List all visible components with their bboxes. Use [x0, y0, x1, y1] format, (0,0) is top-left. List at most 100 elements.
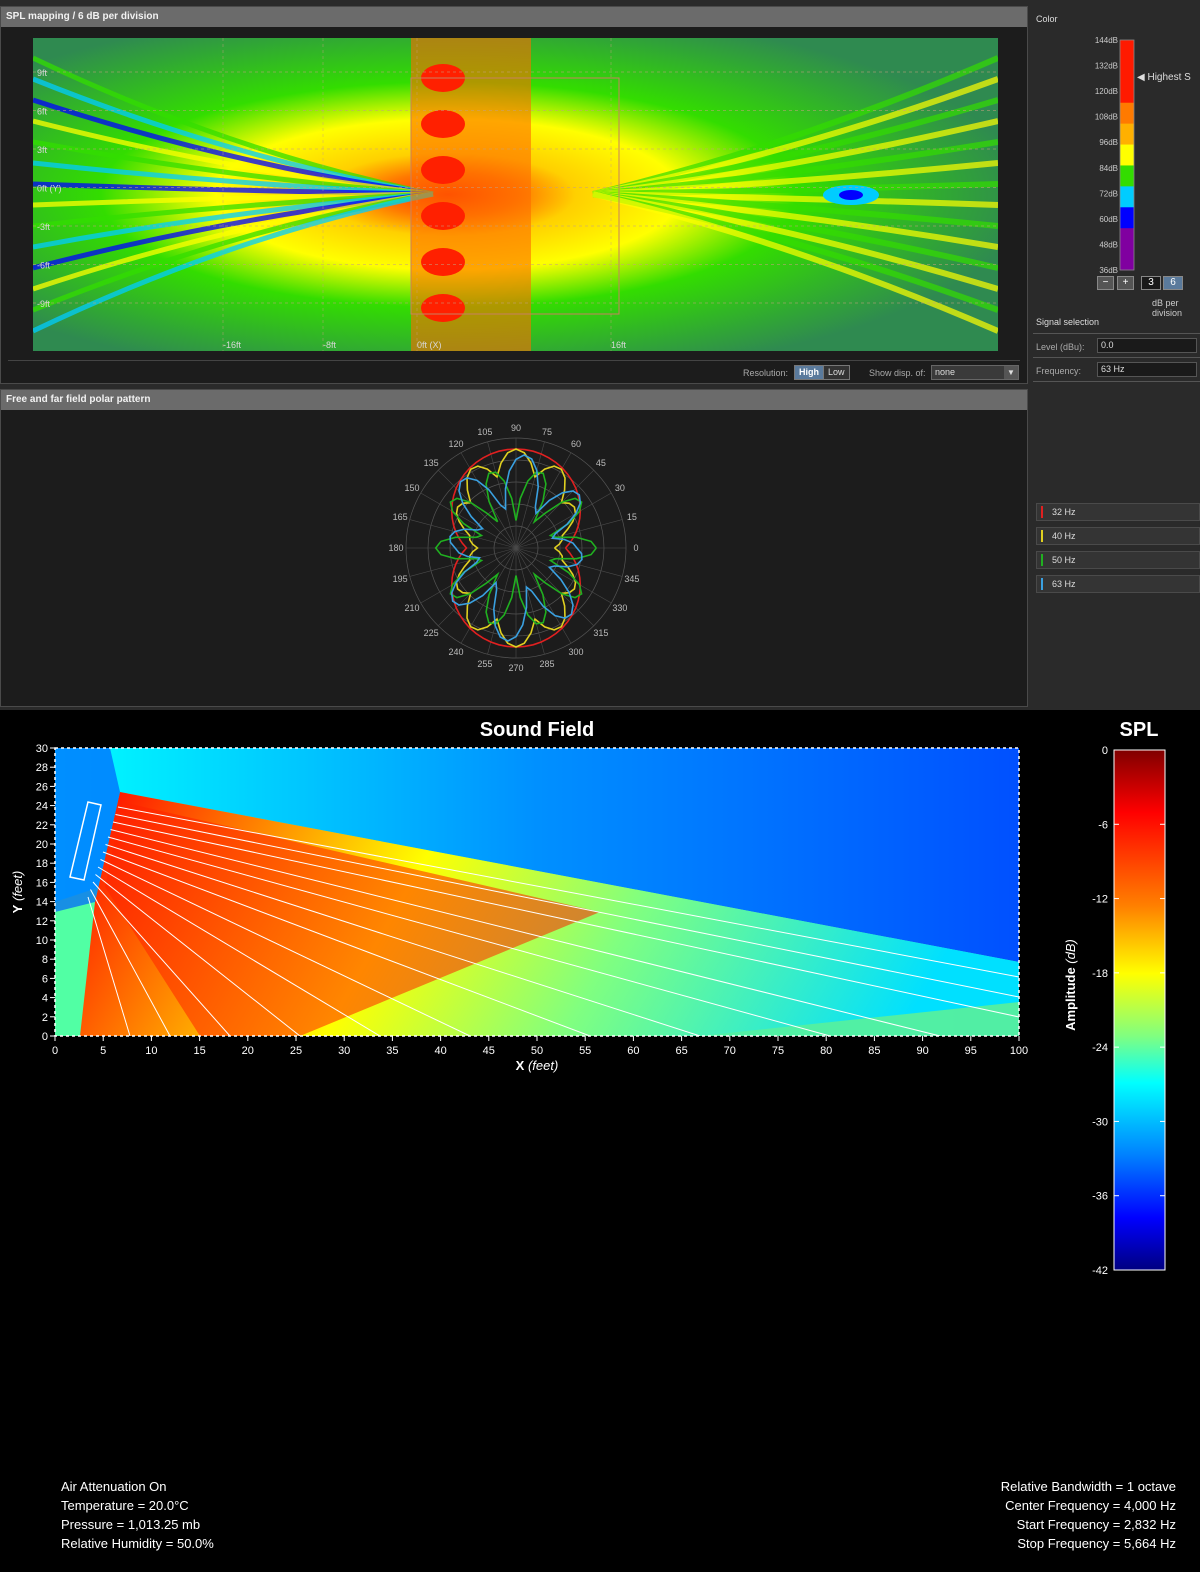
polar-angle-label: 225: [424, 628, 439, 638]
series-color-swatch: [1041, 554, 1043, 566]
y-tick-label: 4: [42, 993, 48, 1005]
division-option-3[interactable]: 3: [1141, 276, 1161, 290]
colorbar-tick-label: -18: [1092, 968, 1108, 980]
series-label: 50 Hz: [1052, 555, 1076, 565]
y-tick-label: 22: [36, 820, 48, 832]
spl-x-label: -8ft: [323, 340, 337, 350]
show-disp-value: none: [935, 367, 956, 377]
spl-grid-label: 9ft: [37, 68, 48, 78]
x-tick-label: 70: [724, 1045, 736, 1057]
color-scale-label: 84dB: [1099, 164, 1118, 173]
x-tick-label: 85: [868, 1045, 880, 1057]
color-scale-swatch: [1120, 207, 1134, 229]
colorbar-tick-label: -30: [1092, 1116, 1108, 1128]
color-scale-label: 36dB: [1099, 266, 1118, 275]
y-tick-label: 14: [36, 897, 48, 909]
spl-colorbar: 0 -6 -12 -18 -24 -30 -36 -42 Amplitude (dB): [1063, 745, 1166, 1277]
polar-angle-label: 270: [508, 663, 523, 673]
x-axis-label: X (feet): [516, 1058, 559, 1073]
x-tick-label: 100: [1010, 1045, 1028, 1057]
start-frequency-readout: Start Frequency = 2,832 Hz: [1016, 1517, 1176, 1532]
color-scale-swatch: [1120, 165, 1134, 187]
sound-field-map[interactable]: [55, 748, 1019, 1036]
spl-x-label: 16ft: [611, 340, 627, 350]
show-disp-dropdown[interactable]: none ▼: [931, 365, 1019, 380]
x-tick-label: 25: [290, 1045, 302, 1057]
x-tick-label: 80: [820, 1045, 832, 1057]
polar-angle-label: 30: [615, 483, 625, 493]
colorbar-tick-label: -6: [1098, 819, 1108, 831]
y-tick-label: 30: [36, 743, 48, 755]
y-tick-label: 10: [36, 935, 48, 947]
color-scale: 144dB 132dB 120dB 108dB 96dB 84dB 72dB 60dB 48dB…: [1095, 36, 1191, 275]
center-frequency-readout: Center Frequency = 4,000 Hz: [1005, 1498, 1176, 1513]
color-scale-labels: 144dB 132dB 120dB 108dB 96dB 84dB 72dB 60dB 48dB…: [1095, 36, 1118, 275]
pressure-readout: Pressure = 1,013.25 mb: [61, 1517, 201, 1532]
x-tick-label: 65: [675, 1045, 687, 1057]
plus-button[interactable]: +: [1117, 276, 1134, 290]
polar-angle-label: 165: [393, 512, 408, 522]
colorbar-tick-label: -24: [1092, 1042, 1108, 1054]
y-axis-label: Y (feet): [10, 871, 25, 914]
spl-map-view[interactable]: 9ft 6ft 3ft 0ft (Y) -3ft -6ft -9ft -16ft -8ft 0ft…: [33, 38, 998, 351]
polar-angle-label: 0: [633, 543, 638, 553]
series-item-32hz[interactable]: 32 Hz: [1036, 503, 1200, 521]
polar-angle-label: 135: [424, 458, 439, 468]
polar-grid: [405, 437, 627, 659]
color-scale-label: 108dB: [1095, 113, 1118, 122]
show-disp-label: Show disp. of:: [869, 368, 926, 378]
x-tick-label: 5: [100, 1045, 106, 1057]
level-divider: [1033, 357, 1200, 358]
polar-angle-label: 315: [593, 628, 608, 638]
resolution-high-button[interactable]: High: [794, 365, 824, 380]
spl-hotspot: [421, 294, 465, 322]
polar-angle-label: 150: [405, 483, 420, 493]
spl-panel-title: SPL mapping / 6 dB per division: [1, 7, 1027, 27]
bandwidth-info: Relative Bandwidth = 1 octave Center Fre…: [1001, 1477, 1176, 1553]
color-scale-swatch: [1120, 60, 1134, 83]
series-item-63hz[interactable]: 63 Hz: [1036, 575, 1200, 593]
polar-angle-label: 330: [612, 603, 627, 613]
x-tick-label: 90: [916, 1045, 928, 1057]
colorbar-gradient: [1114, 750, 1165, 1270]
x-tick-label: 75: [772, 1045, 784, 1057]
y-tick-label: 12: [36, 916, 48, 928]
highest-spl-marker: ◀ Highest S: [1137, 72, 1191, 83]
series-item-50hz[interactable]: 50 Hz: [1036, 551, 1200, 569]
sound-field-title: Sound Field: [480, 719, 594, 741]
y-tick-label: 20: [36, 839, 48, 851]
polar-angle-label: 285: [540, 659, 555, 669]
series-label: 32 Hz: [1052, 507, 1076, 517]
division-option-6[interactable]: 6: [1163, 276, 1183, 290]
color-scale-swatch: [1120, 81, 1134, 104]
polar-plot: 90 105 75 120 60 135 45 150 30 165 15 180 0 195 345 210…: [388, 423, 639, 673]
x-tick-label: 15: [193, 1045, 205, 1057]
humidity-readout: Relative Humidity = 50.0%: [61, 1536, 214, 1551]
minus-button[interactable]: −: [1097, 276, 1114, 290]
colorbar-axis-label: Amplitude (dB): [1063, 939, 1078, 1031]
x-tick-label: 10: [145, 1045, 157, 1057]
frequency-divider: [1033, 381, 1200, 382]
polar-angle-label: 60: [571, 439, 581, 449]
relative-bandwidth-readout: Relative Bandwidth = 1 octave: [1000, 1479, 1176, 1494]
level-input[interactable]: 0.0: [1097, 338, 1197, 353]
polar-angle-label: 240: [448, 647, 463, 657]
colorbar-tick-label: -36: [1092, 1191, 1108, 1203]
colorbar-tick-label: 0: [1102, 745, 1108, 757]
polar-angle-label: 75: [542, 427, 552, 437]
series-item-40hz[interactable]: 40 Hz: [1036, 527, 1200, 545]
color-panel-title: Color: [1036, 14, 1058, 24]
color-scale-label: 60dB: [1099, 215, 1118, 224]
resolution-label: Resolution:: [743, 368, 789, 378]
polar-angle-label: 105: [477, 427, 492, 437]
x-tick-label: 60: [627, 1045, 639, 1057]
y-tick-label: 2: [42, 1012, 48, 1024]
frequency-input[interactable]: 63 Hz: [1097, 362, 1197, 377]
spl-grid-label: 3ft: [37, 145, 48, 155]
y-tick-label: 26: [36, 781, 48, 793]
x-axis-ticks: 0 5 10 15 20 25 30 35 40 45 50 55 60 65 70 75 80 85 90 95 10…: [52, 1036, 1028, 1057]
resolution-low-button[interactable]: Low: [823, 365, 850, 380]
level-label: Level (dBu):: [1036, 342, 1085, 352]
y-tick-label: 18: [36, 858, 48, 870]
color-scale-bars: [1119, 39, 1135, 271]
